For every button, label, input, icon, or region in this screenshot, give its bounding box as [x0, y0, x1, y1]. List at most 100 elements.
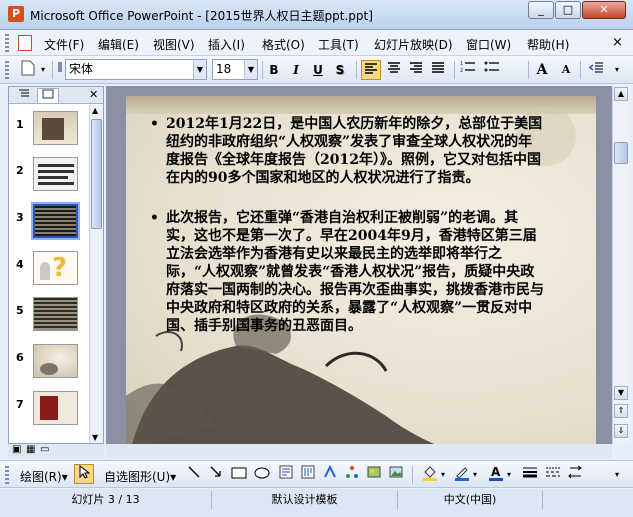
slides-pane-scrollbar[interactable]: ▲ ▼: [89, 105, 103, 443]
bold-button[interactable]: B: [264, 60, 284, 80]
pane-close-icon[interactable]: ✕: [89, 88, 98, 101]
menu-help[interactable]: 帮助(H): [527, 36, 569, 53]
align-left-icon[interactable]: [361, 60, 381, 80]
new-dropdown-icon[interactable]: ▾: [38, 60, 48, 80]
font-color-icon[interactable]: A: [486, 465, 506, 485]
window-title: Microsoft Office PowerPoint - [2015世界人权日…: [30, 9, 373, 23]
slide-thumbnail[interactable]: [33, 157, 78, 191]
bullet-text: 此次报告，它还重弹“香港自治权利正被削弱”的老调。其实，这也不是第一次了。早在2…: [166, 210, 544, 334]
line-color-icon[interactable]: [452, 465, 472, 485]
slide-vertical-scrollbar[interactable]: ▲ ▼ ⇑ ⇓: [612, 86, 629, 444]
distributed-icon[interactable]: [428, 60, 448, 80]
menu-slideshow[interactable]: 幻灯片放映(D): [374, 36, 453, 53]
align-right-icon[interactable]: [406, 60, 426, 80]
underline-button[interactable]: U: [308, 60, 328, 80]
language-indicator: 中文(中国): [398, 491, 543, 509]
scroll-down-icon[interactable]: ▼: [614, 386, 628, 400]
line-icon[interactable]: [184, 465, 204, 485]
font-name-chevron-down-icon[interactable]: ▼: [193, 60, 206, 79]
numbering-icon[interactable]: 12: [458, 60, 478, 80]
slide-thumbnail[interactable]: [33, 391, 78, 425]
scroll-down-icon[interactable]: ▼: [92, 433, 98, 442]
italic-button[interactable]: I: [286, 60, 306, 80]
menu-file[interactable]: 文件(F): [44, 36, 84, 53]
menu-window[interactable]: 窗口(W): [466, 36, 511, 53]
slide-thumbnail-selected[interactable]: [31, 202, 80, 240]
fill-color-icon[interactable]: [420, 465, 440, 485]
grow-font-button[interactable]: A: [532, 60, 552, 80]
slide-thumbnail[interactable]: [33, 111, 78, 145]
menubar-grip[interactable]: [5, 34, 9, 52]
slide-number: 6: [16, 351, 24, 364]
minimize-button[interactable]: _: [528, 1, 554, 19]
font-name-combo[interactable]: 宋体 ▼: [65, 59, 207, 80]
close-button[interactable]: ✕: [582, 1, 626, 19]
select-objects-icon[interactable]: [74, 464, 94, 484]
maximize-button[interactable]: □: [555, 1, 581, 19]
slides-pane: ✕ 1 2 3 4 ? 5 6 7 ▲ ▼: [8, 86, 104, 444]
toolbar-options-chevron-down-icon[interactable]: ▾: [612, 60, 622, 80]
menu-insert[interactable]: 插入(I): [208, 36, 245, 53]
fill-color-chevron-down-icon[interactable]: ▾: [438, 465, 448, 485]
arrow-icon[interactable]: [206, 465, 226, 485]
draw-menu-button[interactable]: 绘图(R)▾: [20, 468, 68, 485]
dash-style-icon[interactable]: [543, 465, 563, 485]
toolbar-grip[interactable]: [5, 61, 9, 79]
slides-tab-icon[interactable]: [37, 88, 59, 103]
view-buttons: ▣ ▦ ▭: [8, 444, 104, 458]
menu-view[interactable]: 视图(V): [153, 36, 195, 53]
thumbnail-text-line: [38, 176, 68, 179]
diagram-icon[interactable]: [342, 465, 362, 485]
line-color-chevron-down-icon[interactable]: ▾: [470, 465, 480, 485]
align-center-icon[interactable]: [384, 60, 404, 80]
slide-thumbnail[interactable]: ?: [33, 251, 78, 285]
normal-view-icon[interactable]: ▣: [12, 444, 21, 455]
font-size-combo[interactable]: 18 ▼: [212, 59, 258, 80]
outline-tab-icon[interactable]: [13, 88, 35, 103]
scroll-up-icon[interactable]: ▲: [614, 87, 628, 101]
font-color-chevron-down-icon[interactable]: ▾: [504, 465, 514, 485]
formatting-toolbar: ▾ 宋体 ▼ 18 ▼ B I U S 12 A A ▾: [0, 56, 633, 84]
thumbnail-text-block: [34, 298, 77, 330]
document-icon[interactable]: [18, 35, 32, 51]
drawbar-grip[interactable]: [5, 466, 9, 484]
bullet-paragraph[interactable]: • 此次报告，它还重弹“香港自治权利正被削弱”的老调。其实，这也不是第一次了。早…: [150, 209, 546, 335]
menu-format[interactable]: 格式(O): [262, 36, 305, 53]
bullets-icon[interactable]: [482, 60, 502, 80]
svg-text:2: 2: [460, 68, 463, 74]
arrow-style-icon[interactable]: [566, 465, 586, 485]
menu-edit[interactable]: 编辑(E): [98, 36, 139, 53]
autoshapes-button[interactable]: 自选图形(U)▾: [104, 468, 176, 485]
thumbnail-picture: [42, 118, 64, 140]
shadow-button[interactable]: S: [330, 60, 350, 80]
slides-pane-scroll-thumb[interactable]: [91, 119, 102, 229]
oval-icon[interactable]: [252, 465, 272, 485]
picture-icon[interactable]: [386, 465, 406, 485]
close-document-icon[interactable]: ×: [612, 35, 623, 50]
horizontal-scrollbar[interactable]: [106, 444, 612, 458]
next-slide-icon[interactable]: ⇓: [614, 424, 628, 438]
font-size-chevron-down-icon[interactable]: ▼: [244, 60, 257, 79]
vertical-scroll-thumb[interactable]: [614, 142, 628, 164]
clip-art-icon[interactable]: [364, 465, 384, 485]
wordart-icon[interactable]: [320, 464, 340, 485]
text-box-icon[interactable]: [276, 465, 296, 485]
decrease-indent-icon[interactable]: [586, 60, 606, 80]
slide-number: 3: [16, 211, 24, 224]
rectangle-icon[interactable]: [229, 465, 249, 485]
previous-slide-icon[interactable]: ⇑: [614, 404, 628, 418]
powerpoint-app-icon[interactable]: P: [8, 6, 24, 22]
slide-thumbnail[interactable]: [33, 344, 78, 378]
slide-thumbnail[interactable]: [33, 297, 78, 331]
vertical-text-box-icon[interactable]: [298, 465, 318, 485]
slideshow-view-icon[interactable]: ▭: [40, 444, 49, 455]
current-slide[interactable]: • 2012年1月22日，是中国人农历新年的除夕，总部位于美国纽约的非政府组织“…: [126, 96, 596, 449]
new-document-icon[interactable]: [18, 60, 38, 80]
line-style-icon[interactable]: [520, 465, 540, 485]
scroll-up-icon[interactable]: ▲: [92, 106, 98, 115]
drawbar-options-chevron-down-icon[interactable]: ▾: [612, 465, 622, 485]
shrink-font-button[interactable]: A: [556, 60, 576, 80]
slide-sorter-view-icon[interactable]: ▦: [26, 444, 35, 455]
bullet-paragraph[interactable]: • 2012年1月22日，是中国人农历新年的除夕，总部位于美国纽约的非政府组织“…: [150, 115, 546, 187]
menu-tools[interactable]: 工具(T): [318, 36, 359, 53]
